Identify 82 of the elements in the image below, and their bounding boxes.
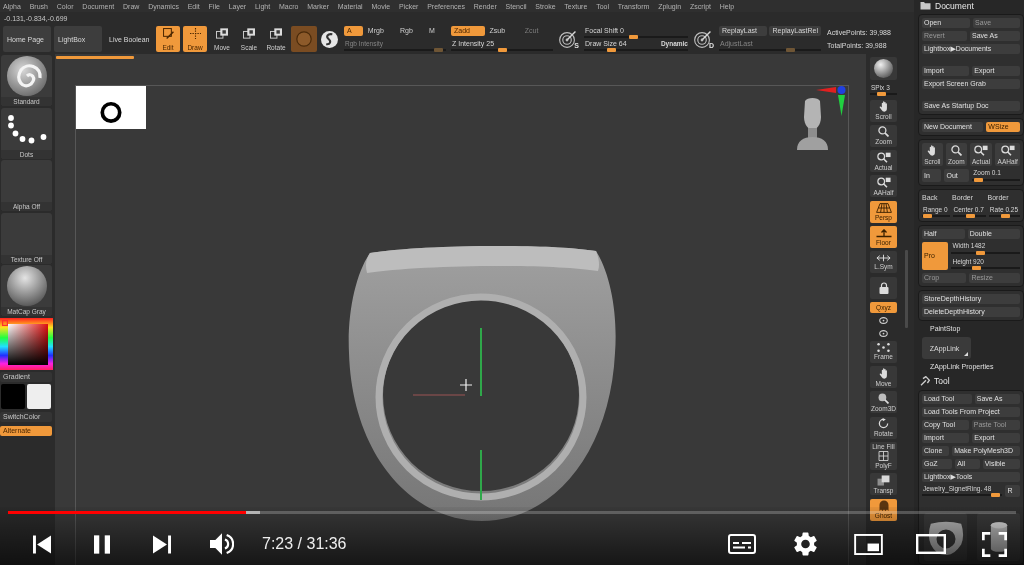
slider-track[interactable] [922,214,950,219]
folder-icon [920,1,931,11]
theater-mode-icon [916,534,946,554]
magnifier-square-icon [1000,145,1015,157]
eye-icon [879,329,888,337]
progress-track[interactable] [8,511,1016,514]
color-swatch[interactable] [27,384,51,410]
slider-thumb[interactable] [922,214,932,219]
panel-title[interactable]: Tool [934,375,950,386]
lock-icon [878,281,889,294]
ghost-icon [878,500,889,512]
grid-icon [878,451,889,462]
slider-track[interactable] [972,177,1020,182]
horizontal-axis-line [413,394,465,396]
sphere-icon [6,266,47,307]
magnifier-sphere-icon [878,392,889,404]
ring-icon [100,100,122,123]
slider-thumb[interactable] [497,48,507,52]
slider-thumb[interactable] [971,266,981,271]
color-swatch[interactable] [1,384,25,410]
stacked-squares-icon [243,28,255,39]
fullscreen-icon [981,531,1007,557]
swirl-sphere-icon [6,56,47,96]
sphere-icon [874,59,893,78]
mannequin-head-icon [795,97,830,150]
dotted-cross-icon [189,28,201,39]
volume-icon [210,532,234,556]
slider-thumb[interactable] [628,35,638,39]
slider-thumb[interactable] [976,250,986,255]
skip-next-icon [153,534,171,554]
skip-previous-icon [33,534,51,554]
color-picker[interactable] [0,317,53,370]
dots-icon [6,113,47,144]
render-button[interactable] [870,57,897,80]
hand-icon [878,367,889,379]
magnifier-square-icon [876,177,891,188]
floor-line-icon [875,228,892,238]
vertical-axis-line [480,328,482,396]
slider-track[interactable] [988,214,1020,219]
stacked-squares-icon [216,28,228,39]
shelf-tool-button[interactable] [870,276,897,299]
settings-icon [793,532,817,556]
pause-icon [94,534,110,554]
magnifier-icon [950,145,962,157]
symmetry-arrows-icon [876,254,891,263]
hand-icon [878,101,889,113]
perspective-grid-icon [875,202,892,213]
subtitles-icon [728,534,756,554]
panel-title[interactable]: Document [935,0,974,11]
axis-gizmo-icon [816,86,846,116]
picker-marker-icon [2,319,8,326]
magnifier-icon [878,126,889,138]
vertical-axis-line [480,450,482,500]
crosshair-cursor-icon [460,379,472,391]
target-icon [559,30,576,48]
magnifier-square-icon [974,145,989,157]
swirl-icon [321,30,338,48]
slider-thumb[interactable] [974,177,984,182]
target-icon [694,30,711,48]
slider-thumb[interactable] [1001,214,1010,219]
magnifier-square-icon [876,151,891,163]
slider-track[interactable] [951,250,1020,255]
circle-icon [296,31,312,47]
slider-thumb[interactable] [877,92,887,97]
slider-thumb[interactable] [965,214,975,219]
hammer-icon [920,375,930,386]
slider-thumb[interactable] [991,493,1001,497]
pencil-frame-icon [162,28,174,39]
overlapping-squares-icon [877,474,890,486]
corner-triangle-icon [964,352,968,357]
cylinder-thumbnail[interactable] [977,513,1020,561]
stacked-squares-icon [270,28,282,39]
ring-thumbnail[interactable] [924,513,967,561]
slider-track[interactable] [951,266,1020,271]
dots-frame-icon [877,343,890,353]
time-display: 7:23 / 31:36 [262,535,347,553]
hand-icon [927,145,938,157]
miniplayer-icon [853,533,883,555]
eye-icon [879,317,888,325]
slider-thumb[interactable] [606,48,616,52]
cylinder-icon [989,521,1008,553]
rotate-arrow-icon [878,418,889,430]
